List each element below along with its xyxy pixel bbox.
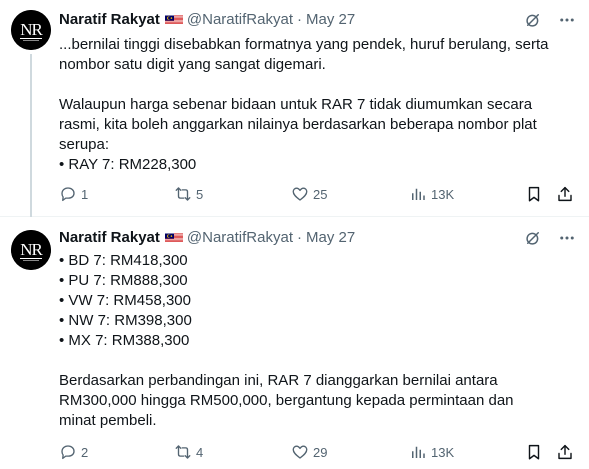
reply-button[interactable]: 2: [59, 442, 88, 462]
reply-count: 2: [81, 444, 89, 460]
tweet-date[interactable]: May 27: [306, 228, 355, 248]
views-button[interactable]: 13K: [409, 184, 454, 204]
author-name[interactable]: Naratif Rakyat: [59, 10, 160, 30]
like-count: 25: [313, 186, 328, 202]
bookmark-icon: [528, 444, 540, 460]
views-count: 13K: [431, 186, 455, 202]
tweet-line: • NW 7: RM398,300: [59, 312, 192, 329]
like-button[interactable]: 25: [291, 184, 327, 204]
views-icon: [412, 188, 425, 200]
repost-count: 4: [196, 444, 204, 460]
tweet-line: RM300,000 hingga RM500,000, bergantung k…: [59, 392, 514, 409]
tweet-date[interactable]: May 27: [306, 10, 355, 30]
reply-count: 1: [81, 186, 89, 202]
views-button[interactable]: 13K: [409, 442, 454, 462]
tweet[interactable]: NR Naratif Rakyat @NaratifRakyat · May 2…: [0, 0, 589, 217]
thread-connector-line: [30, 54, 32, 217]
author-handle[interactable]: @NaratifRakyat: [187, 228, 293, 248]
svg-text:NR: NR: [20, 20, 43, 39]
tweet-line: serupa:: [59, 136, 110, 153]
malaysia-flag-icon: [164, 232, 183, 244]
views-icon: [412, 446, 425, 458]
separator-dot: ·: [296, 11, 302, 28]
author-name[interactable]: Naratif Rakyat: [59, 228, 160, 248]
tweet-line: • RAY 7: RM228,300: [59, 156, 197, 173]
bookmark-icon: [528, 186, 540, 202]
more-icon[interactable]: [557, 228, 577, 248]
repost-count: 5: [196, 186, 204, 202]
repost-icon: [175, 187, 191, 201]
svg-text:NR: NR: [20, 240, 43, 259]
reply-button[interactable]: 1: [59, 184, 88, 204]
share-button[interactable]: [556, 442, 574, 462]
tweet-line: • VW 7: RM458,300: [59, 292, 191, 309]
like-count: 29: [313, 444, 328, 460]
like-icon: [292, 187, 308, 201]
tweet-line: Berdasarkan perbandingan ini, RAR 7 dian…: [59, 372, 498, 389]
repost-icon: [175, 445, 191, 459]
tweet-header: Naratif Rakyat @NaratifRakyat · May 27: [59, 228, 577, 248]
tweet[interactable]: NR Naratif Rakyat @NaratifRakyat · May 2…: [0, 217, 589, 469]
reply-icon: [61, 445, 75, 460]
grok-icon[interactable]: [523, 228, 543, 248]
tweet-header: Naratif Rakyat @NaratifRakyat · May 27: [59, 10, 577, 30]
naratif-rakyat-logo-icon: NR: [11, 10, 51, 50]
reply-icon: [61, 187, 75, 202]
share-button[interactable]: [556, 184, 574, 204]
tweet-line: nombor satu digit yang sangat digemari.: [59, 56, 326, 73]
timeline-feed: NR Naratif Rakyat @NaratifRakyat · May 2…: [0, 0, 589, 469]
tweet-line: ...bernilai tinggi disebabkan formatnya …: [59, 36, 549, 53]
tweet-actions: 2 4 29 13K: [59, 442, 575, 462]
views-count: 13K: [431, 444, 455, 460]
more-icon[interactable]: [557, 10, 577, 30]
author-handle[interactable]: @NaratifRakyat: [187, 10, 293, 30]
tweet-actions: 1 5 25 13K: [59, 184, 575, 204]
avatar[interactable]: NR: [11, 230, 51, 270]
bookmark-button[interactable]: [525, 184, 543, 204]
tweet-line: • MX 7: RM388,300: [59, 332, 190, 349]
avatar[interactable]: NR: [11, 10, 51, 50]
tweet-text: • BD 7: RM418,300 • PU 7: RM888,300 • VW…: [59, 251, 575, 431]
bookmark-button[interactable]: [525, 442, 543, 462]
separator-dot: ·: [296, 229, 302, 246]
share-icon: [558, 186, 572, 202]
grok-icon[interactable]: [523, 10, 543, 30]
like-icon: [292, 445, 308, 459]
share-icon: [558, 444, 572, 460]
repost-button[interactable]: 4: [174, 442, 203, 462]
repost-button[interactable]: 5: [174, 184, 203, 204]
tweet-line: minat pembeli.: [59, 412, 157, 429]
tweet-text: ...bernilai tinggi disebabkan formatnya …: [59, 35, 575, 175]
tweet-line: • PU 7: RM888,300: [59, 272, 188, 289]
like-button[interactable]: 29: [291, 442, 327, 462]
tweet-line: rasmi, kita boleh anggarkan nilainya ber…: [59, 116, 537, 133]
malaysia-flag-icon: [164, 14, 183, 26]
tweet-line: • BD 7: RM418,300: [59, 252, 188, 269]
tweet-line: Walaupun harga sebenar bidaan untuk RAR …: [59, 96, 533, 113]
naratif-rakyat-logo-icon: NR: [11, 230, 51, 270]
